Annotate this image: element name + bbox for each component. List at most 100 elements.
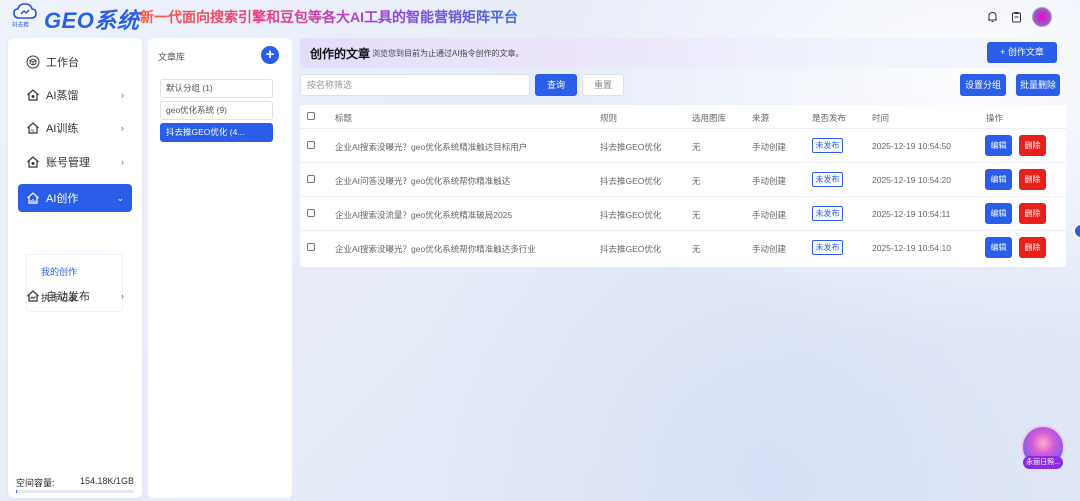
chart-icon [26, 191, 40, 205]
status-badge: 未发布 [812, 240, 843, 255]
chevron-right-icon: › [121, 157, 124, 167]
storage-label: 空间容量: [16, 478, 55, 488]
sidebar-item-label: 账号管理 [46, 157, 90, 169]
logo-subtitle: 抖去推 [12, 22, 29, 29]
avatar[interactable] [1032, 7, 1052, 27]
sidebar-item-label: 工作台 [46, 57, 79, 69]
table-row: 企业AI搜索没曝光？geo优化系统帮你精准触达多行业 抖去推GEO优化 无 手动… [300, 231, 1066, 265]
article-source: 手动创建 [752, 142, 787, 152]
delete-button[interactable]: 删除 [1019, 135, 1046, 156]
article-title[interactable]: 企业AI搜索没曝光？geo优化系统精准触达目标用户 [335, 141, 527, 153]
article-title[interactable]: 企业AI问答没曝光？geo优化系统帮你精准触达 [335, 175, 510, 187]
sidebar: 工作台 AI蒸馏 › AI AI训练 › 账号管理 › AI创作 ⌄ 我的创作 … [8, 38, 142, 498]
article-gallery: 无 [692, 142, 701, 152]
status-badge: 未发布 [812, 172, 843, 187]
sidebar-item-label: 自动发布 [46, 291, 90, 303]
assistant-float-label[interactable]: 永丽日照... [1023, 456, 1063, 469]
home-icon [26, 155, 40, 169]
status-badge: 未发布 [812, 138, 843, 153]
delete-button[interactable]: 删除 [1019, 237, 1046, 258]
chevron-down-icon: ⌄ [116, 192, 124, 203]
row-checkbox[interactable] [307, 141, 315, 149]
search-input[interactable]: 按名称筛选 [300, 74, 530, 96]
edit-button[interactable]: 编辑 [985, 237, 1012, 258]
edit-button[interactable]: 编辑 [985, 135, 1012, 156]
sidebar-item-label: AI创作 [46, 193, 79, 205]
set-group-button[interactable]: 设置分组 [960, 74, 1006, 96]
sidebar-item-ai-training[interactable]: AI AI训练 › [18, 114, 132, 142]
article-time: 2025-12-19 10:54:20 [872, 175, 951, 185]
article-time: 2025-12-19 10:54:10 [872, 243, 951, 253]
page-title: 创作的文章 [310, 47, 371, 61]
row-checkbox[interactable] [307, 175, 315, 183]
article-rule: 抖去推GEO优化 [600, 210, 662, 220]
sidebar-item-workbench[interactable]: 工作台 [18, 48, 132, 76]
brand-title: GEO系统 [44, 8, 140, 33]
table-header: 标题 规则 选用图库 来源 是否发布 时间 操作 [300, 105, 1066, 129]
delete-button[interactable]: 删除 [1019, 203, 1046, 224]
storage-value: 154.18K/1GB [79, 476, 134, 486]
brand-slogan: 新一代面向搜索引擎和豆包等各大AI工具的智能营销矩阵平台 [140, 9, 518, 25]
article-rule: 抖去推GEO优化 [600, 244, 662, 254]
articles-table: 标题 规则 选用图库 来源 是否发布 时间 操作 企业AI搜索没曝光？geo优化… [300, 105, 1066, 267]
article-title[interactable]: 企业AI搜索没流量？geo优化系统精准破局2025 [335, 209, 512, 221]
bell-icon[interactable] [984, 9, 1000, 25]
table-row: 企业AI搜索没曝光？geo优化系统精准触达目标用户 抖去推GEO优化 无 手动创… [300, 129, 1066, 163]
submenu-item-my-creations[interactable]: 我的创作 [41, 265, 77, 278]
sidebar-item-account-management[interactable]: 账号管理 › [18, 148, 132, 176]
query-button[interactable]: 查询 [535, 74, 577, 96]
article-time: 2025-12-19 10:54:11 [872, 209, 951, 219]
edit-button[interactable]: 编辑 [985, 169, 1012, 190]
article-time: 2025-12-19 10:54:50 [872, 141, 951, 151]
storage-progress-bar [16, 490, 134, 493]
column-header: 时间 [872, 113, 890, 123]
delete-button[interactable]: 删除 [1019, 169, 1046, 190]
article-source: 手动创建 [752, 244, 787, 254]
article-title[interactable]: 企业AI搜索没曝光？geo优化系统帮你精准触达多行业 [335, 243, 536, 255]
page-header: 创作的文章 浏览您到目前为止通过AI指令创作的文章。 + 创作文章 [300, 38, 1066, 68]
add-group-button[interactable]: + [261, 46, 279, 64]
library-group-item[interactable]: 抖去推GEO优化 (4... [160, 123, 273, 142]
main-content: 创作的文章 浏览您到目前为止通过AI指令创作的文章。 + 创作文章 按名称筛选 … [300, 38, 1066, 498]
sidebar-item-label: AI蒸馏 [46, 90, 79, 102]
sidebar-item-auto-publish[interactable]: 自动发布 › [18, 282, 132, 310]
cloud-logo-icon [13, 3, 37, 19]
article-rule: 抖去推GEO优化 [600, 142, 662, 152]
chevron-right-icon: › [121, 90, 124, 100]
article-gallery: 无 [692, 176, 701, 186]
article-library-panel: 文章库 + 默认分组 (1) geo优化系统 (9) 抖去推GEO优化 (4..… [148, 38, 292, 498]
sidebar-item-ai-creation[interactable]: AI创作 ⌄ [18, 184, 132, 212]
logo: 抖去推 [10, 3, 40, 31]
batch-delete-button[interactable]: 批量删除 [1016, 74, 1060, 96]
library-group-item[interactable]: 默认分组 (1) [160, 79, 273, 98]
home-icon [26, 88, 40, 102]
clipboard-icon[interactable] [1008, 9, 1024, 25]
svg-text:AI: AI [30, 128, 34, 133]
create-article-button[interactable]: + 创作文章 [987, 42, 1057, 63]
row-checkbox[interactable] [307, 209, 315, 217]
column-header: 是否发布 [812, 113, 847, 123]
side-drawer-handle[interactable] [1073, 223, 1080, 239]
select-all-checkbox[interactable] [307, 112, 315, 120]
library-group-item[interactable]: geo优化系统 (9) [160, 101, 273, 120]
chevron-right-icon: › [121, 291, 124, 301]
article-gallery: 无 [692, 210, 701, 220]
column-header: 规则 [600, 113, 618, 123]
article-rule: 抖去推GEO优化 [600, 176, 662, 186]
edit-button[interactable]: 编辑 [985, 203, 1012, 224]
reset-button[interactable]: 重置 [582, 74, 624, 96]
column-header: 操作 [986, 113, 1004, 123]
sidebar-item-label: AI训练 [46, 123, 79, 135]
sidebar-item-ai-distill[interactable]: AI蒸馏 › [18, 81, 132, 109]
library-title: 文章库 [158, 52, 186, 62]
robot-icon: AI [26, 121, 40, 135]
app-header: 抖去推 GEO系统 新一代面向搜索引擎和豆包等各大AI工具的智能营销矩阵平台 [0, 0, 1080, 34]
row-checkbox[interactable] [307, 243, 315, 251]
table-row: 企业AI问答没曝光？geo优化系统帮你精准触达 抖去推GEO优化 无 手动创建 … [300, 163, 1066, 197]
article-source: 手动创建 [752, 210, 787, 220]
table-row: 企业AI搜索没流量？geo优化系统精准破局2025 抖去推GEO优化 无 手动创… [300, 197, 1066, 231]
cube-icon [26, 55, 40, 69]
column-header: 选用图库 [692, 113, 727, 123]
storage-progress-fill [16, 490, 18, 493]
status-badge: 未发布 [812, 206, 843, 221]
